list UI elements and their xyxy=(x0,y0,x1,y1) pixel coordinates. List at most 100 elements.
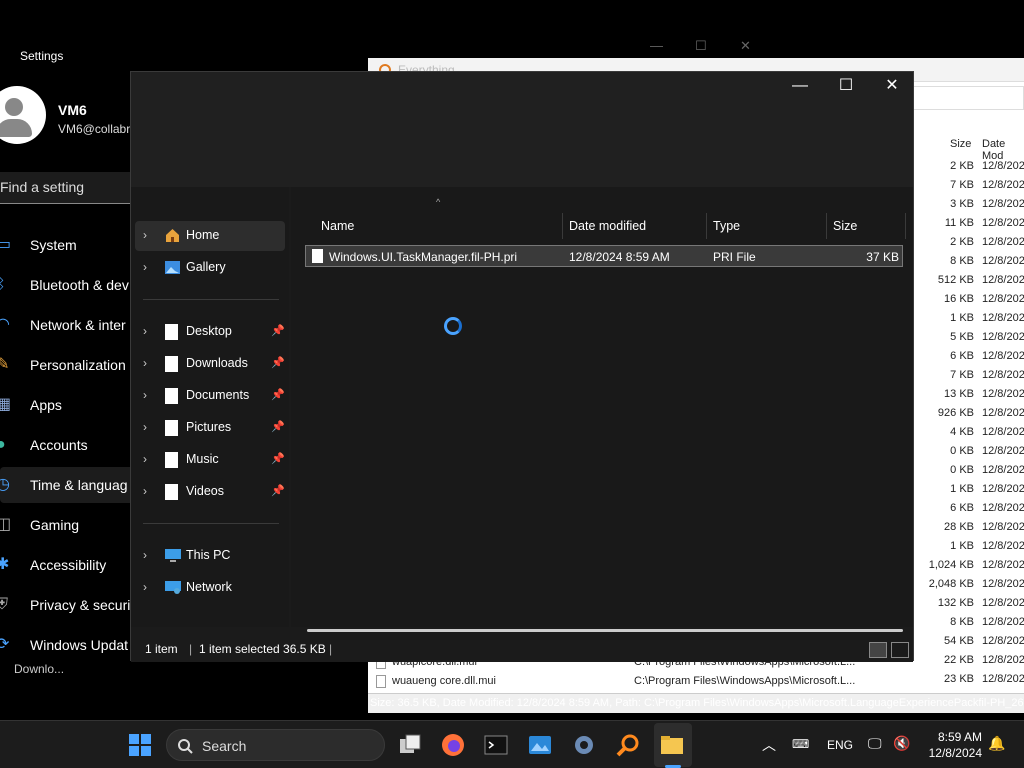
tiles-view-icon[interactable] xyxy=(891,642,909,658)
result-size: 6 KB xyxy=(950,350,974,362)
result-size: 54 KB xyxy=(944,635,974,647)
chevron-right-icon[interactable]: › xyxy=(143,388,147,402)
chevron-right-icon[interactable]: › xyxy=(143,228,147,242)
column-size[interactable]: Size xyxy=(950,138,971,150)
settings-nav-label: System xyxy=(30,237,77,253)
column-name[interactable]: Name xyxy=(321,219,354,233)
chevron-right-icon[interactable]: › xyxy=(143,260,147,274)
file-icon xyxy=(376,675,386,688)
settings-nav-item[interactable]: ◫ Gaming xyxy=(0,507,135,543)
file-row-selected[interactable]: Windows.UI.TaskManager.fil-PH.pri 12/8/2… xyxy=(305,245,903,267)
result-date: 12/8/2024 xyxy=(982,293,1024,305)
chevron-right-icon[interactable]: › xyxy=(143,356,147,370)
file-date: 12/8/2024 8:59 AM xyxy=(569,250,670,264)
nav-item[interactable]: › Music 📌 xyxy=(135,445,285,475)
nav-item[interactable]: › Videos 📌 xyxy=(135,477,285,507)
settings-nav-item[interactable]: ⛨ Privacy & securi xyxy=(0,587,135,623)
nav-item[interactable]: › Downloads 📌 xyxy=(135,349,285,379)
network-icon xyxy=(165,580,181,596)
result-date: 12/8/2024 xyxy=(982,635,1024,647)
maximize-button[interactable]: ☐ xyxy=(823,72,869,100)
taskbar-search[interactable]: Search xyxy=(166,729,385,761)
terminal-icon[interactable] xyxy=(484,733,508,757)
nav-label: Documents xyxy=(186,388,250,402)
result-date: 12/8/2024 xyxy=(982,654,1024,666)
clock-date[interactable]: 12/8/2024 xyxy=(922,746,982,760)
nav-item[interactable]: › Home xyxy=(135,221,285,251)
search-input[interactable] xyxy=(908,86,1024,110)
nav-item[interactable]: › Documents 📌 xyxy=(135,381,285,411)
photos-icon[interactable] xyxy=(528,733,552,757)
settings-icon[interactable] xyxy=(572,733,596,757)
minimize-button[interactable]: — xyxy=(777,72,823,100)
chevron-right-icon[interactable]: › xyxy=(143,484,147,498)
nav-item[interactable]: › Pictures 📌 xyxy=(135,413,285,443)
monitor-icon: ▭ xyxy=(0,236,12,253)
settings-nav-item[interactable]: ● Accounts xyxy=(0,427,135,463)
chevron-right-icon[interactable]: › xyxy=(143,580,147,594)
result-date: 12/8/2024 xyxy=(982,483,1024,495)
column-type[interactable]: Type xyxy=(713,219,740,233)
firefox-icon[interactable] xyxy=(441,733,465,757)
close-icon[interactable]: ✕ xyxy=(740,38,751,54)
nav-item[interactable]: › Desktop 📌 xyxy=(135,317,285,347)
chevron-right-icon[interactable]: › xyxy=(143,324,147,338)
settings-nav-item[interactable]: ✱ Accessibility xyxy=(0,547,135,583)
language-indicator[interactable]: ENG xyxy=(827,738,853,752)
nav-item[interactable]: › Gallery xyxy=(135,253,285,283)
settings-nav-item[interactable]: ▭ System xyxy=(0,227,135,263)
result-size: 5 KB xyxy=(950,331,974,343)
person-icon: ● xyxy=(0,436,6,453)
result-size: 2,048 KB xyxy=(928,578,974,590)
volume-muted-icon[interactable]: 🔇 xyxy=(893,735,910,752)
everything-search-icon[interactable] xyxy=(616,733,640,757)
task-view-icon[interactable] xyxy=(398,733,422,757)
close-button[interactable]: ✕ xyxy=(869,72,915,100)
start-icon[interactable] xyxy=(128,733,152,757)
settings-nav-label: Bluetooth & dev xyxy=(30,277,129,293)
column-date-modified[interactable]: Date modified xyxy=(569,219,646,233)
settings-nav-item[interactable]: ᛒ Bluetooth & dev xyxy=(0,267,135,303)
result-date: 12/8/2024 xyxy=(982,350,1024,362)
result-path: C:\Program Files\WindowsApps\Microsoft.L… xyxy=(634,675,856,687)
minimize-icon[interactable]: — xyxy=(650,38,663,53)
settings-nav-item[interactable]: ◠ Network & inter xyxy=(0,307,135,343)
active-app-highlight xyxy=(654,723,692,767)
settings-title: Settings xyxy=(20,49,64,63)
chevron-right-icon[interactable]: › xyxy=(143,420,147,434)
result-date: 12/8/2024 xyxy=(982,312,1024,324)
settings-nav-label: Time & languag xyxy=(30,477,128,493)
shield-icon: ⛨ xyxy=(0,596,9,613)
maximize-icon[interactable]: ☐ xyxy=(695,38,707,54)
keyboard-icon[interactable]: ⌨ xyxy=(792,737,809,751)
computer-icon xyxy=(165,548,181,564)
avatar[interactable] xyxy=(0,86,46,144)
result-date: 12/8/2024 xyxy=(982,578,1024,590)
clock-time[interactable]: 8:59 AM xyxy=(922,730,982,744)
notification-bell-icon[interactable]: 🔔 xyxy=(988,735,1005,752)
settings-nav-item[interactable]: ▦ Apps xyxy=(0,387,135,423)
apps-icon: ▦ xyxy=(0,396,12,413)
result-row[interactable]: wuaueng core.dll.mui C:\Program Files\Win… xyxy=(372,673,932,692)
details-view-icon[interactable] xyxy=(869,642,887,658)
chevron-right-icon[interactable]: › xyxy=(143,548,147,562)
settings-nav-label: Network & inter xyxy=(30,317,126,333)
settings-nav-item[interactable]: ◷ Time & languag xyxy=(0,467,135,503)
file-type: PRI File xyxy=(713,250,756,264)
result-size: 13 KB xyxy=(944,388,974,400)
settings-nav-item[interactable]: ✎ Personalization xyxy=(0,347,135,383)
settings-nav-item[interactable]: ⟳ Windows Updat xyxy=(0,627,135,663)
find-setting-input[interactable]: Find a setting xyxy=(0,172,136,204)
chevron-up-icon[interactable]: ︿ xyxy=(762,735,776,755)
horizontal-scrollbar[interactable] xyxy=(307,629,903,632)
nav-item[interactable]: › Network xyxy=(135,573,285,603)
nav-item[interactable]: › This PC xyxy=(135,541,285,571)
network-icon[interactable]: 🖵 xyxy=(868,735,882,752)
result-date: 12/8/2024 xyxy=(982,255,1024,267)
document-icon xyxy=(165,324,180,340)
column-date[interactable]: Date Mod xyxy=(982,138,1024,162)
result-size: 0 KB xyxy=(950,445,974,457)
clock-globe-icon: ◷ xyxy=(0,476,10,493)
chevron-right-icon[interactable]: › xyxy=(143,452,147,466)
column-size[interactable]: Size xyxy=(833,219,857,233)
